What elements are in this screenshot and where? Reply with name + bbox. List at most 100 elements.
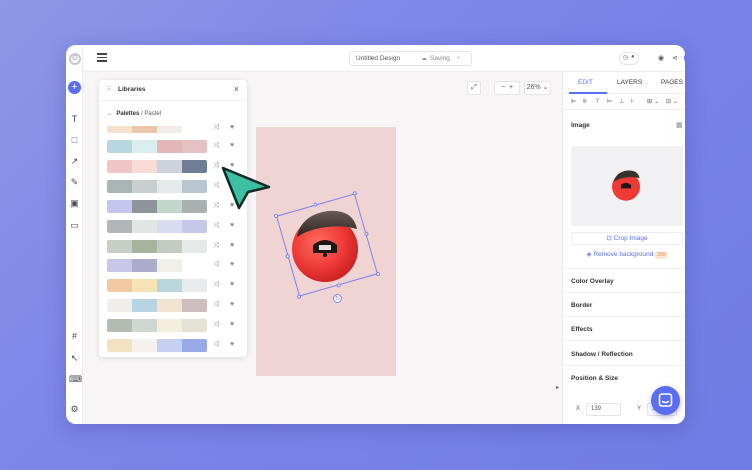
color-swatch[interactable] (107, 219, 132, 233)
color-swatch[interactable] (157, 219, 182, 233)
palette-row[interactable] (107, 299, 207, 313)
shuffle-icon[interactable]: ⤨ (213, 162, 219, 170)
align-left-icon[interactable]: ⊫ (571, 98, 576, 105)
favorite-heart-icon[interactable]: ♥ (230, 261, 234, 268)
zoom-in-button[interactable]: + (509, 84, 513, 91)
palette-row[interactable] (107, 279, 207, 293)
color-swatch[interactable] (182, 319, 207, 333)
color-swatch[interactable] (157, 239, 182, 253)
color-swatch[interactable] (157, 259, 182, 273)
close-icon[interactable]: × (234, 84, 239, 94)
breadcrumb-root[interactable]: Palettes (116, 111, 139, 117)
palette-row[interactable] (107, 159, 207, 173)
palette-row[interactable] (107, 199, 207, 213)
color-swatch[interactable] (107, 179, 132, 193)
shuffle-icon[interactable]: ⤨ (213, 281, 219, 289)
favorite-heart-icon[interactable]: ♥ (230, 222, 234, 229)
color-swatch[interactable] (157, 319, 182, 333)
align-right-icon[interactable]: ⊦ (631, 98, 634, 105)
color-swatch[interactable] (157, 126, 182, 133)
section-effects[interactable]: Effects (571, 326, 593, 333)
color-swatch[interactable] (182, 179, 207, 193)
color-swatch[interactable] (182, 140, 207, 153)
palette-row[interactable] (107, 140, 207, 153)
palette-row[interactable] (107, 319, 207, 333)
color-swatch[interactable] (132, 299, 157, 313)
align-middle-icon[interactable]: ⊨ (607, 98, 612, 105)
color-swatch[interactable] (107, 259, 132, 273)
favorite-heart-icon[interactable]: ♥ (230, 242, 234, 249)
texture-icon[interactable]: ▦ (676, 121, 683, 129)
palette-row[interactable] (107, 259, 207, 273)
color-swatch[interactable] (157, 339, 182, 352)
color-swatch[interactable] (107, 339, 132, 352)
frame-tool-icon[interactable]: ▭ (69, 220, 80, 231)
resize-handle-top-left[interactable] (273, 213, 279, 219)
keyboard-icon[interactable]: ⌨ (69, 374, 82, 385)
color-swatch[interactable] (182, 299, 207, 313)
color-swatch[interactable] (182, 126, 207, 133)
color-swatch[interactable] (132, 219, 157, 233)
shuffle-icon[interactable]: ⤨ (213, 321, 219, 329)
resize-handle-top[interactable] (312, 202, 318, 208)
tab-pages[interactable]: PAGES (661, 79, 683, 86)
shuffle-icon[interactable]: ⤨ (213, 142, 219, 150)
shuffle-icon[interactable]: ⤨ (213, 242, 219, 250)
align-center-icon[interactable]: ⊪ (583, 98, 588, 105)
color-swatch[interactable] (182, 339, 207, 352)
tab-edit[interactable]: EDIT (578, 79, 593, 86)
section-position-size[interactable]: Position & Size (571, 375, 618, 382)
preview-eye-icon[interactable]: ◉ (658, 54, 664, 62)
color-swatch[interactable] (107, 319, 132, 333)
color-swatch[interactable] (182, 199, 207, 213)
distribute-chevron-icon[interactable]: ⌄ (654, 98, 659, 105)
favorite-heart-icon[interactable]: ♥ (230, 124, 234, 131)
expand-panel-arrow-icon[interactable]: ▸ (556, 384, 559, 391)
position-x-input[interactable]: 139 (586, 403, 621, 416)
hamburger-menu-icon[interactable] (97, 53, 107, 62)
color-swatch[interactable] (107, 126, 132, 133)
palette-row[interactable] (107, 179, 207, 193)
zoom-out-button[interactable]: − (501, 84, 505, 91)
draw-tool-icon[interactable]: ✎ (69, 177, 80, 188)
arrow-tool-icon[interactable]: ↗ (69, 156, 80, 167)
color-swatch[interactable] (182, 239, 207, 253)
image-tool-icon[interactable]: ▣ (69, 198, 80, 209)
shuffle-icon[interactable]: ⤨ (213, 202, 219, 210)
color-swatch[interactable] (107, 299, 132, 313)
color-swatch[interactable] (157, 140, 182, 153)
color-swatch[interactable] (132, 126, 157, 133)
color-swatch[interactable] (132, 140, 157, 153)
color-swatch[interactable] (157, 279, 182, 293)
back-arrow-icon[interactable]: ← (107, 111, 113, 117)
palette-row[interactable] (107, 219, 207, 233)
align-bottom-icon[interactable]: ⊥ (619, 98, 624, 105)
favorite-heart-icon[interactable]: ♥ (230, 301, 234, 308)
shuffle-icon[interactable]: ⤨ (213, 222, 219, 230)
user-avatar[interactable]: ● (684, 52, 685, 64)
share-icon[interactable]: ⋖ (672, 54, 678, 62)
document-title[interactable]: Untitled Design (356, 55, 400, 62)
color-swatch[interactable] (132, 339, 157, 352)
favorite-heart-icon[interactable]: ♥ (230, 281, 234, 288)
color-swatch[interactable] (132, 239, 157, 253)
document-title-box[interactable]: Untitled Design ☁ Saving ⌄ (349, 51, 472, 66)
favorite-heart-icon[interactable]: ♥ (230, 321, 234, 328)
color-swatch[interactable] (182, 159, 207, 173)
favorite-heart-icon[interactable]: ♥ (230, 142, 234, 149)
remove-background-button[interactable]: ◈ Remove background 200 (571, 249, 683, 262)
resize-handle-left[interactable] (285, 253, 291, 259)
color-swatch[interactable] (132, 159, 157, 173)
shuffle-icon[interactable]: ⤨ (213, 261, 219, 269)
color-swatch[interactable] (157, 199, 182, 213)
section-border[interactable]: Border (571, 302, 592, 309)
tab-layers[interactable]: LAYERS (617, 79, 642, 86)
color-swatch[interactable] (157, 179, 182, 193)
arrange-icon[interactable]: ⊟ (666, 98, 671, 105)
palette-row[interactable] (107, 339, 207, 352)
color-swatch[interactable] (132, 179, 157, 193)
color-swatch[interactable] (157, 299, 182, 313)
color-swatch[interactable] (107, 159, 132, 173)
color-swatch[interactable] (157, 159, 182, 173)
color-swatch[interactable] (132, 319, 157, 333)
